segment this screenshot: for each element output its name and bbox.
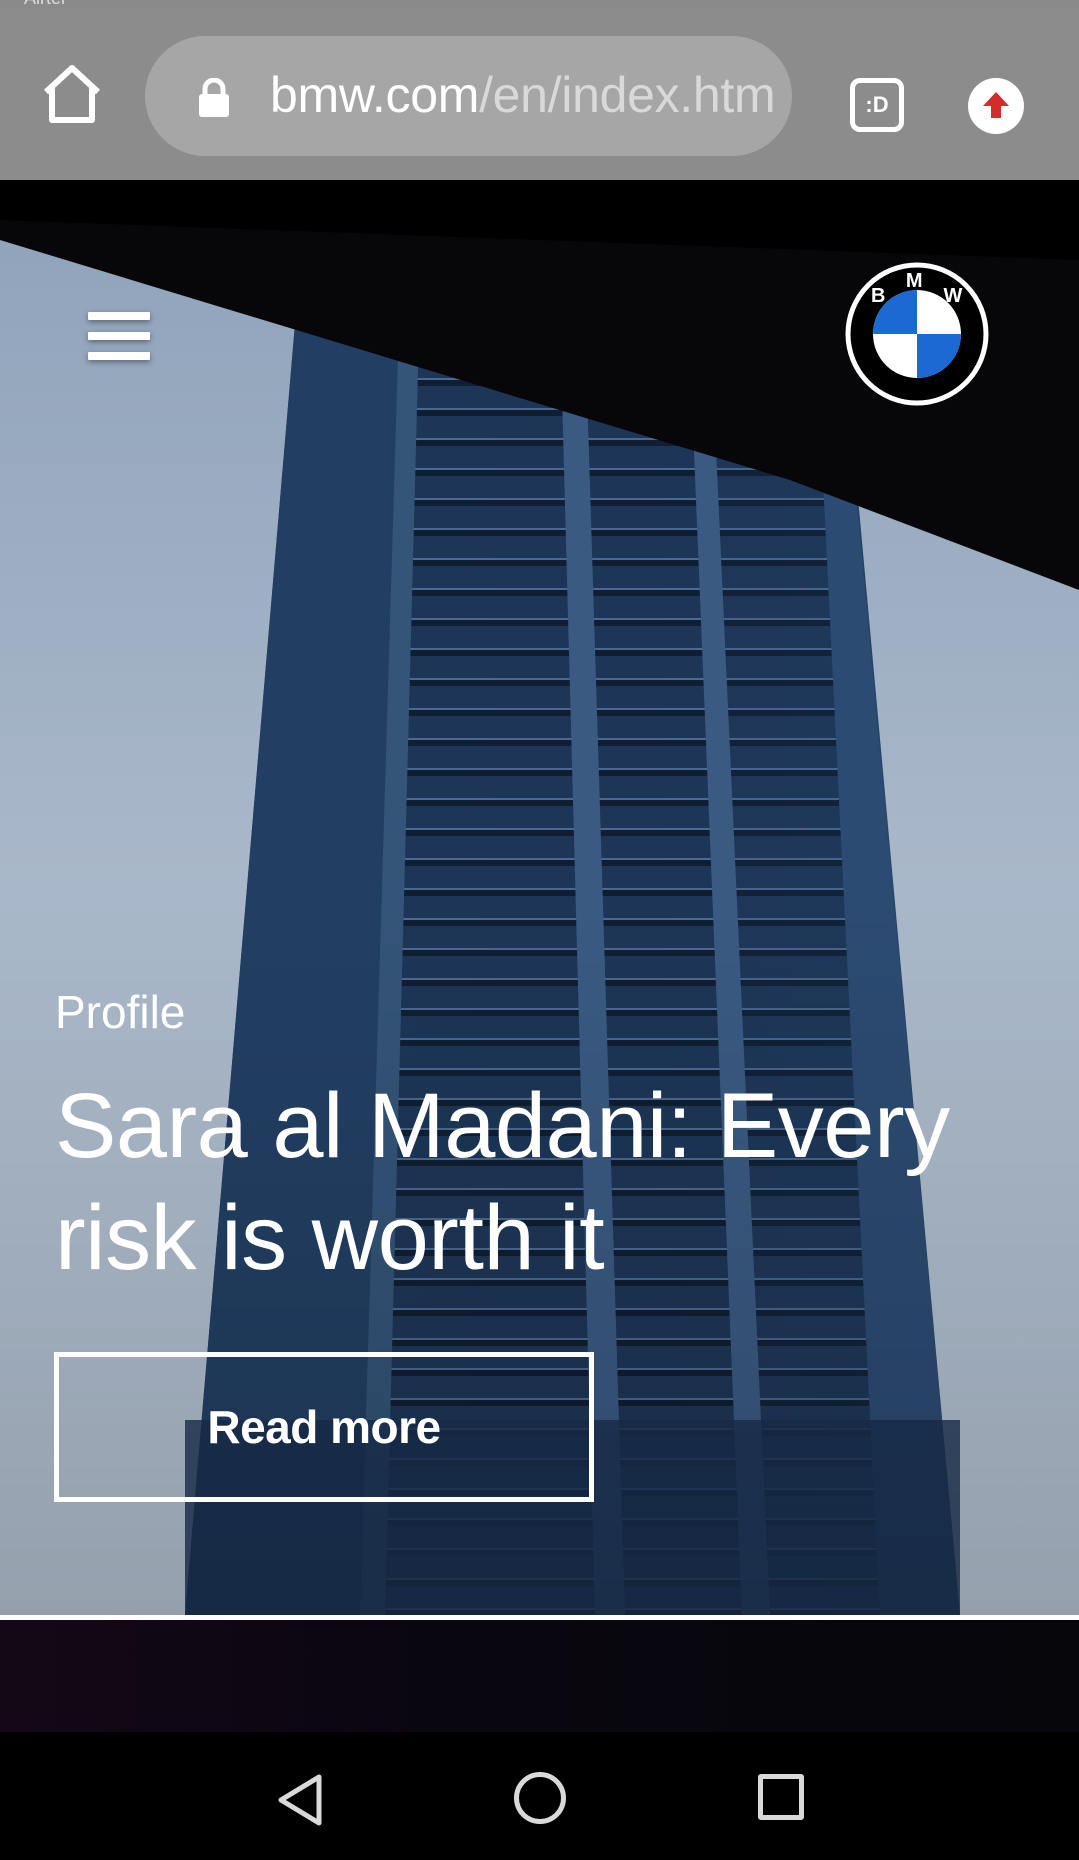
- browser-toolbar: bmw.com/en/index.htm :D: [0, 8, 1079, 180]
- hamburger-menu-icon[interactable]: [88, 312, 152, 360]
- read-more-button[interactable]: Read more: [54, 1352, 594, 1502]
- article-headline[interactable]: Sara al Madani: Every risk is worth it: [55, 1070, 1045, 1294]
- home-icon[interactable]: [40, 62, 104, 126]
- arrow-up-icon[interactable]: [968, 78, 1024, 134]
- recents-icon[interactable]: [758, 1774, 804, 1820]
- lock-icon: [197, 77, 231, 118]
- address-bar[interactable]: bmw.com/en/index.htm: [145, 36, 792, 156]
- status-bar: Airtel: [0, 0, 1079, 8]
- url-host: bmw.com: [270, 67, 480, 123]
- url-text[interactable]: bmw.com/en/index.htm: [270, 66, 776, 124]
- tab-switcher-button[interactable]: :D: [850, 78, 904, 132]
- url-path: /en/index.htm: [479, 67, 776, 123]
- article-kicker: Profile: [55, 986, 186, 1038]
- hero-banner[interactable]: B M W Profile Sara al Madani: Every risk…: [0, 180, 1079, 1615]
- home-circle-icon[interactable]: [514, 1772, 566, 1824]
- bmw-logo[interactable]: B M W: [845, 262, 989, 406]
- back-icon[interactable]: [275, 1772, 325, 1828]
- next-section-preview: [0, 1620, 1079, 1732]
- android-nav-bar: [0, 1732, 1079, 1860]
